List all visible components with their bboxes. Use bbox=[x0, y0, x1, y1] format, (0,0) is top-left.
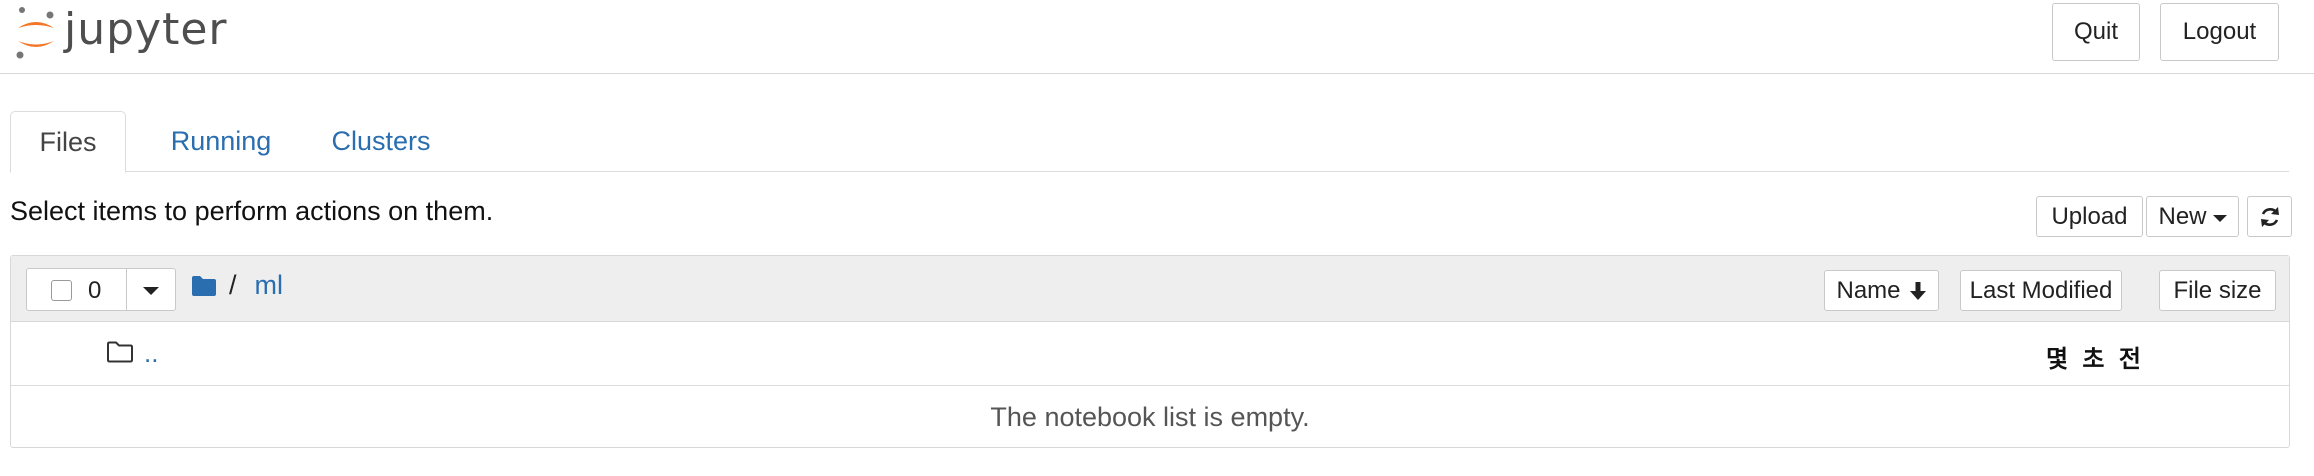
folder-icon[interactable] bbox=[191, 275, 217, 297]
logo-text: jupyter bbox=[64, 3, 228, 55]
new-dropdown-button[interactable]: New bbox=[2146, 196, 2239, 237]
logout-button[interactable]: Logout bbox=[2160, 3, 2279, 61]
arrow-down-icon bbox=[1909, 281, 1926, 300]
select-all-checkbox[interactable] bbox=[51, 280, 72, 301]
sort-by-modified-button[interactable]: Last Modified bbox=[1960, 270, 2122, 311]
sort-by-name-button[interactable]: Name bbox=[1824, 270, 1939, 311]
list-item[interactable]: .. 몇 초 전 bbox=[11, 322, 2289, 386]
divider bbox=[126, 269, 127, 310]
folder-outline-icon bbox=[107, 341, 133, 363]
list-header: 0 / ml Name Last Modified File size bbox=[11, 256, 2289, 322]
select-dropdown-caret-icon[interactable] bbox=[143, 287, 159, 295]
refresh-icon bbox=[2260, 206, 2279, 227]
empty-list-message: The notebook list is empty. bbox=[990, 401, 1310, 432]
quit-button[interactable]: Quit bbox=[2052, 3, 2140, 61]
jupyter-logo[interactable]: jupyter bbox=[14, 0, 228, 66]
upload-button[interactable]: Upload bbox=[2036, 196, 2143, 237]
tab-bar: Files Running Clusters bbox=[10, 111, 2289, 173]
last-modified-value: 몇 초 전 bbox=[2046, 345, 2144, 373]
new-button-label: New bbox=[2158, 202, 2207, 230]
breadcrumb-dir-link[interactable]: ml bbox=[255, 270, 284, 301]
selection-hint: Select items to perform actions on them. bbox=[10, 196, 494, 226]
breadcrumb: / ml bbox=[191, 270, 283, 301]
selected-count: 0 bbox=[88, 277, 102, 304]
parent-dir-link[interactable]: .. bbox=[144, 338, 158, 369]
tab-files[interactable]: Files bbox=[10, 111, 126, 173]
sort-by-size-button[interactable]: File size bbox=[2159, 270, 2276, 311]
sort-name-label: Name bbox=[1836, 276, 1901, 304]
tab-running[interactable]: Running bbox=[158, 111, 284, 172]
refresh-button[interactable] bbox=[2247, 196, 2292, 237]
breadcrumb-separator: / bbox=[229, 270, 237, 300]
caret-down-icon bbox=[2212, 214, 2227, 222]
tab-clusters[interactable]: Clusters bbox=[318, 111, 444, 172]
notebook-list: 0 / ml Name Last Modified File size .. 몇… bbox=[10, 255, 2290, 448]
header-bar: jupyter Quit Logout bbox=[0, 0, 2314, 74]
jupyter-logo-icon bbox=[16, 7, 54, 59]
select-all-group: 0 bbox=[26, 268, 176, 311]
